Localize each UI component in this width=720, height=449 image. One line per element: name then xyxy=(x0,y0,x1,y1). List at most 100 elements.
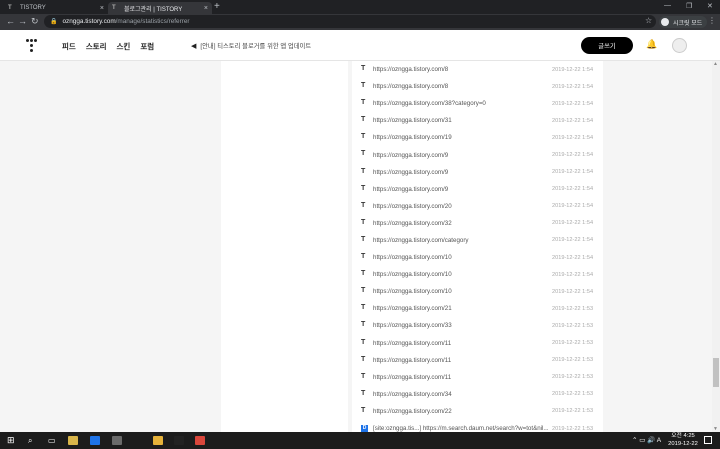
notice-text: [안내] 티스토리 블로거를 위한 앱 업데이트 xyxy=(200,43,312,50)
nav-forum[interactable]: 포럼 xyxy=(140,41,154,52)
scroll-up-icon[interactable]: ▲ xyxy=(713,61,718,67)
edge-icon[interactable] xyxy=(90,436,100,445)
referrer-time: 2019-12-22 1:53 xyxy=(552,408,594,415)
incognito-profile-button[interactable]: 시크릿 모드 xyxy=(659,16,708,28)
referrer-row: Thttps://ozngga.tistory.com/8 2019-12-22 … xyxy=(352,61,603,78)
minimize-button[interactable]: — xyxy=(664,2,671,9)
referrer-time: 2019-12-22 1:54 xyxy=(552,288,594,295)
referrer-url-link[interactable]: https://ozngga.tistory.com/9 xyxy=(373,169,548,176)
bookmark-star-icon[interactable]: ☆ xyxy=(645,16,652,25)
referrer-time: 2019-12-22 1:54 xyxy=(552,100,594,107)
browser-menu-icon[interactable]: ⋮ xyxy=(708,16,716,25)
windows-taskbar: ⊞ ⌕ ▭ ⌃ ▭ 🔊 A 오전 4:25 2019-12-22 xyxy=(0,432,720,449)
bell-icon[interactable]: 🔔 xyxy=(646,39,657,50)
referrer-row: Thttps://ozngga.tistory.com/22 2019-12-22… xyxy=(352,403,603,420)
close-window-button[interactable]: ✕ xyxy=(707,2,713,10)
referrer-row: Thttps://ozngga.tistory.com/31 2019-12-22… xyxy=(352,112,603,129)
referrer-url-link[interactable]: https://ozngga.tistory.com/10 xyxy=(373,271,548,278)
windows-start-icon[interactable]: ⊞ xyxy=(7,435,15,446)
user-avatar[interactable] xyxy=(672,38,687,53)
referrer-url-link[interactable]: https://ozngga.tistory.com/20 xyxy=(373,203,548,210)
browser-tab-strip: T TISTORY × T 블로그관리 | TISTORY × + — ❐ ✕ xyxy=(0,0,720,14)
referrer-url-link[interactable]: https://ozngga.tistory.com/11 xyxy=(373,340,548,347)
referrer-url-link[interactable]: https://ozngga.tistory.com/category xyxy=(373,237,548,244)
referrer-time: 2019-12-22 1:54 xyxy=(552,254,594,261)
forward-button[interactable]: → xyxy=(18,16,27,26)
referrer-list-panel: Thttps://ozngga.tistory.com/8 2019-12-22 … xyxy=(352,61,603,432)
reload-button[interactable]: ↻ xyxy=(31,16,39,27)
referrer-url-link[interactable]: https://ozngga.tistory.com/10 xyxy=(373,254,548,261)
app5-icon[interactable] xyxy=(174,436,184,445)
referrer-url-link[interactable]: https://ozngga.tistory.com/21 xyxy=(373,305,548,312)
write-post-button[interactable]: 글쓰기 xyxy=(581,37,633,54)
referrer-time: 2019-12-22 1:54 xyxy=(552,152,594,159)
tistory-logo[interactable] xyxy=(26,39,38,53)
address-bar[interactable]: 🔒 ozngga.tistory.com /manage/statistics/… xyxy=(44,15,656,28)
referrer-row: Thttps://ozngga.tistory.com/11 2019-12-22… xyxy=(352,335,603,352)
nav-story[interactable]: 스토리 xyxy=(86,41,107,52)
lock-icon: 🔒 xyxy=(50,19,58,25)
referrer-row: Thttps://ozngga.tistory.com/10 2019-12-22… xyxy=(352,283,603,300)
referrer-url-link[interactable]: https://ozngga.tistory.com/22 xyxy=(373,408,548,415)
referrer-time: 2019-12-22 1:54 xyxy=(552,203,594,210)
app6-icon[interactable] xyxy=(195,436,205,445)
referrer-url-link[interactable]: https://ozngga.tistory.com/9 xyxy=(373,186,548,193)
referrer-time: 2019-12-22 1:53 xyxy=(552,305,594,312)
manage-sidebar xyxy=(221,61,348,432)
referrer-row: Thttps://ozngga.tistory.com/20 2019-12-22… xyxy=(352,198,603,215)
tistory-icon: T xyxy=(361,372,366,380)
referrer-url-link[interactable]: [site:ozngga.tis...] https://m.search.da… xyxy=(373,425,548,432)
referrer-url-link[interactable]: https://ozngga.tistory.com/19 xyxy=(373,134,548,141)
referrer-time: 2019-12-22 1:53 xyxy=(552,391,594,398)
close-tab-icon[interactable]: × xyxy=(100,5,104,12)
referrer-row: Thttps://ozngga.tistory.com/21 2019-12-22… xyxy=(352,300,603,317)
tab-tistory[interactable]: T TISTORY × xyxy=(4,2,108,14)
scrollbar-thumb[interactable] xyxy=(713,358,719,387)
chrome-icon[interactable] xyxy=(153,436,163,445)
tistory-icon: T xyxy=(361,355,366,363)
task-view-icon[interactable]: ▭ xyxy=(48,435,56,446)
file-explorer-icon[interactable] xyxy=(68,436,78,445)
tistory-icon: T xyxy=(361,133,366,141)
referrer-time: 2019-12-22 1:54 xyxy=(552,220,594,227)
maximize-button[interactable]: ❐ xyxy=(686,2,692,10)
url-path: /manage/statistics/referrer xyxy=(115,18,190,25)
tab-blog-manage[interactable]: T 블로그관리 | TISTORY × xyxy=(108,2,212,14)
back-button[interactable]: ← xyxy=(6,16,15,26)
search-icon[interactable]: ⌕ xyxy=(28,435,32,446)
referrer-url-link[interactable]: https://ozngga.tistory.com/9 xyxy=(373,152,548,159)
referrer-time: 2019-12-22 1:53 xyxy=(552,322,594,329)
referrer-row: Thttps://ozngga.tistory.com/19 2019-12-22… xyxy=(352,129,603,146)
close-tab-icon[interactable]: × xyxy=(204,5,208,12)
page-scrollbar[interactable]: ▲ ▼ xyxy=(712,61,720,432)
referrer-url-link[interactable]: https://ozngga.tistory.com/8 xyxy=(373,66,548,73)
referrer-row: Thttps://ozngga.tistory.com/9 2019-12-22 … xyxy=(352,146,603,163)
referrer-url-link[interactable]: https://ozngga.tistory.com/11 xyxy=(373,357,548,364)
referrer-url-link[interactable]: https://ozngga.tistory.com/33 xyxy=(373,322,548,329)
referrer-url-link[interactable]: https://ozngga.tistory.com/38?category=0 xyxy=(373,100,548,107)
referrer-url-link[interactable]: https://ozngga.tistory.com/10 xyxy=(373,288,548,295)
store-icon[interactable] xyxy=(112,436,122,445)
new-tab-button[interactable]: + xyxy=(214,1,220,12)
tistory-icon: T xyxy=(361,65,366,72)
system-tray-icons[interactable]: ⌃ ▭ 🔊 A xyxy=(632,436,661,444)
taskbar-clock[interactable]: 오전 4:25 2019-12-22 xyxy=(668,433,698,448)
tistory-icon: T xyxy=(361,406,366,414)
nav-feed[interactable]: 피드 xyxy=(62,41,76,52)
referrer-url-link[interactable]: https://ozngga.tistory.com/8 xyxy=(373,83,548,90)
browser-toolbar: ← → ↻ 🔒 ozngga.tistory.com /manage/stati… xyxy=(0,14,720,30)
referrer-url-link[interactable]: https://ozngga.tistory.com/11 xyxy=(373,374,548,381)
referrer-url-link[interactable]: https://ozngga.tistory.com/31 xyxy=(373,117,548,124)
notice-banner[interactable]: ◀ [안내] 티스토리 블로거를 위한 앱 업데이트 xyxy=(191,41,312,51)
referrer-url-link[interactable]: https://ozngga.tistory.com/34 xyxy=(373,391,548,398)
tistory-icon: T xyxy=(361,116,366,124)
referrer-url-link[interactable]: https://ozngga.tistory.com/32 xyxy=(373,220,548,227)
clock-date: 2019-12-22 xyxy=(668,440,698,447)
tab-label: 블로그관리 | TISTORY xyxy=(124,6,183,13)
referrer-row: Thttps://ozngga.tistory.com/32 2019-12-22… xyxy=(352,215,603,232)
nav-skin[interactable]: 스킨 xyxy=(117,41,131,52)
referrer-time: 2019-12-22 1:54 xyxy=(552,117,594,124)
action-center-icon[interactable] xyxy=(704,436,712,444)
referrer-time: 2019-12-22 1:54 xyxy=(552,169,594,176)
tistory-favicon-icon: T xyxy=(112,4,116,11)
